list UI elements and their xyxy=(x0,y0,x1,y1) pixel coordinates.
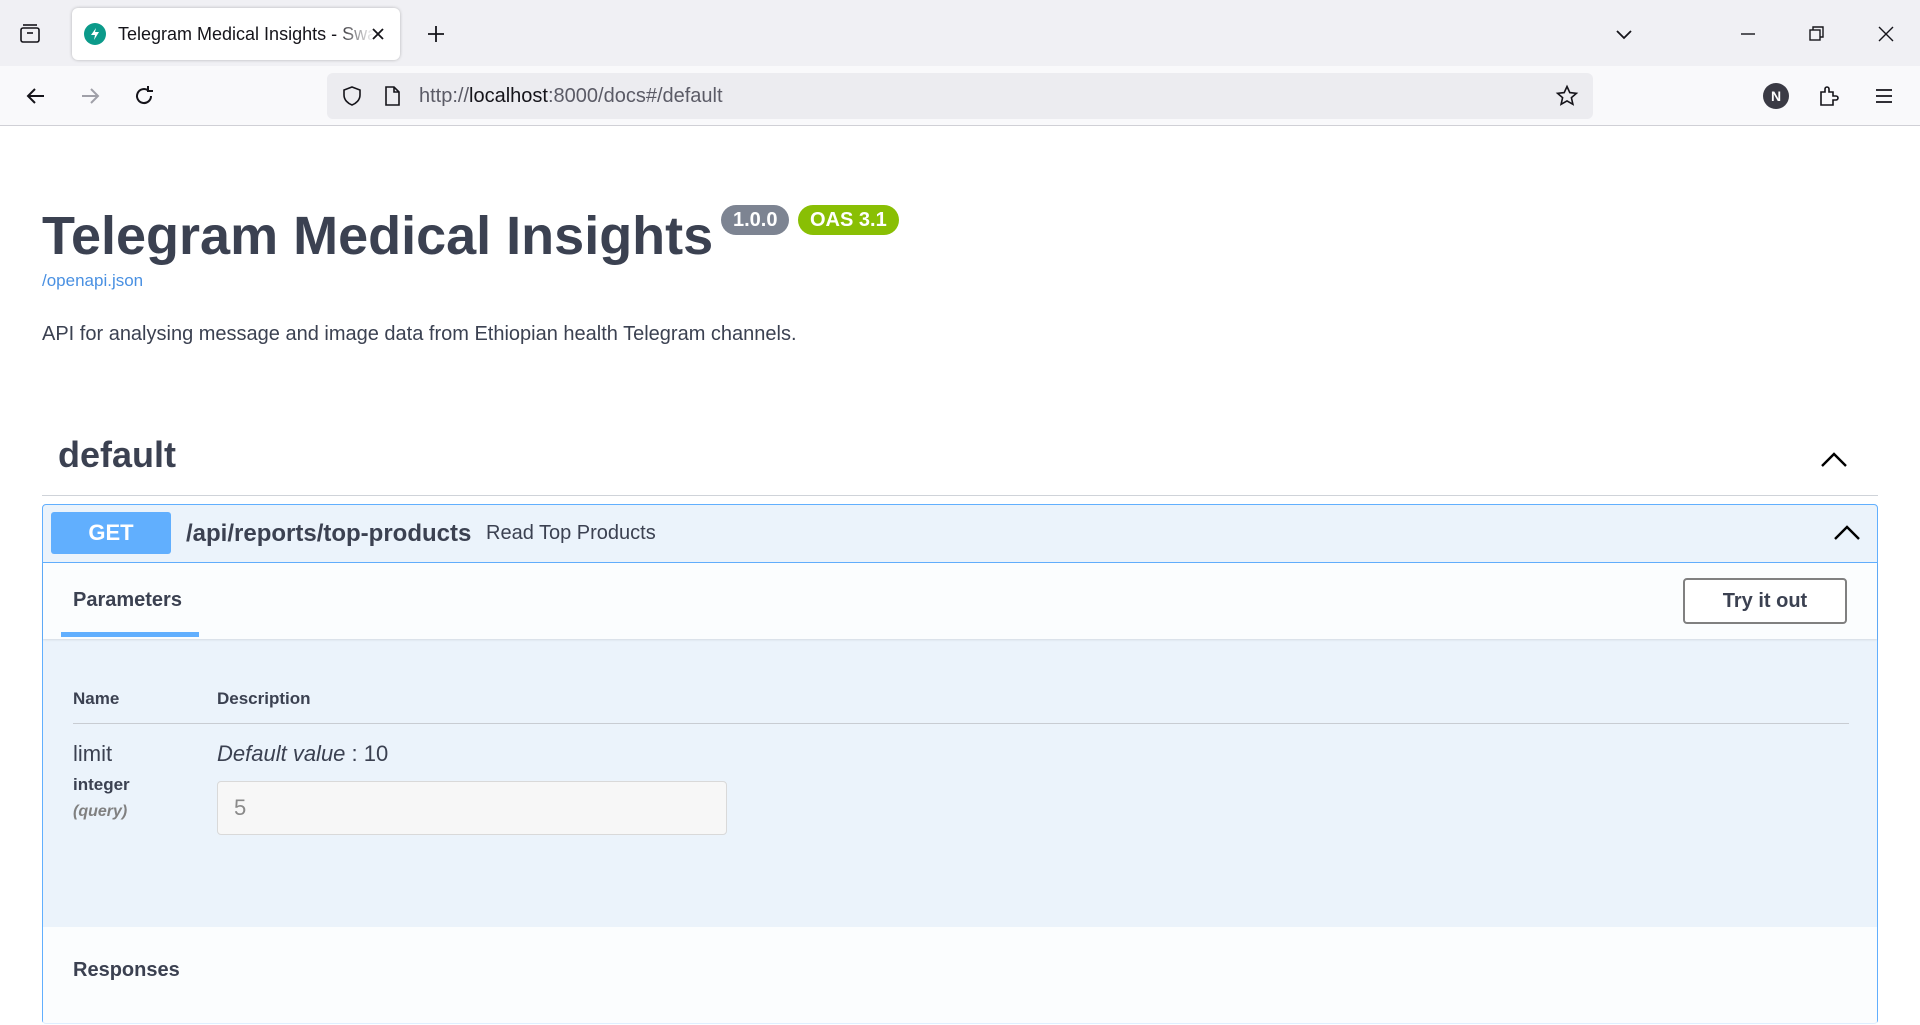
default-value: 10 xyxy=(363,741,389,766)
menu-hamburger-icon[interactable] xyxy=(1866,78,1902,114)
swagger-page: Telegram Medical Insights 1.0.0 OAS 3.1 … xyxy=(0,127,1920,1025)
http-method-badge: GET xyxy=(51,512,171,554)
openapi-json-link[interactable]: /openapi.json xyxy=(42,271,143,291)
bookmark-star-icon[interactable] xyxy=(1553,82,1581,110)
browser-nav-bar: http://localhost:8000/docs#/default xyxy=(0,66,1920,126)
responses-title: Responses xyxy=(73,959,180,981)
oas-badge: OAS 3.1 xyxy=(798,205,899,235)
parameter-location: (query) xyxy=(73,803,128,820)
tag-section-default[interactable]: default xyxy=(42,422,1878,496)
tab-parameters[interactable]: Parameters xyxy=(61,589,194,612)
version-badge: 1.0.0 xyxy=(721,205,790,235)
chevron-down-icon[interactable] xyxy=(1606,16,1642,52)
default-value-separator: : xyxy=(345,741,364,766)
chevron-up-icon[interactable] xyxy=(1818,444,1850,476)
responses-header: Responses xyxy=(43,927,1877,1025)
tag-name: default xyxy=(58,434,177,475)
close-window-icon[interactable] xyxy=(1868,16,1904,52)
restore-icon[interactable] xyxy=(1798,16,1834,52)
table-divider xyxy=(73,723,1849,724)
forward-arrow-icon[interactable] xyxy=(72,78,108,114)
shield-icon[interactable] xyxy=(339,83,365,109)
limit-input[interactable]: 5 xyxy=(217,781,727,835)
reload-icon[interactable] xyxy=(126,78,162,114)
swagger-favicon-icon xyxy=(84,23,106,45)
back-arrow-icon[interactable] xyxy=(18,78,54,114)
api-description: API for analysing message and image data… xyxy=(42,323,797,345)
page-info-icon[interactable] xyxy=(379,83,405,109)
column-header-name: Name xyxy=(73,689,120,708)
active-tab-indicator xyxy=(61,632,199,637)
operation-path: /api/reports/top-products xyxy=(186,520,472,547)
default-value-label: Default value xyxy=(217,741,346,766)
account-avatar[interactable]: N xyxy=(1763,83,1789,109)
api-title: Telegram Medical Insights xyxy=(42,206,714,266)
operation-block: GET /api/reports/top-products Read Top P… xyxy=(42,504,1878,1025)
browser-tab-bar: Telegram Medical Insights - Swagger UI xyxy=(0,0,1920,66)
close-tab-icon[interactable] xyxy=(366,22,390,46)
operation-summary[interactable]: GET /api/reports/top-products Read Top P… xyxy=(43,505,1877,563)
address-bar[interactable]: http://localhost:8000/docs#/default xyxy=(327,73,1593,119)
parameter-default: Default value : 10 xyxy=(217,741,388,767)
url-text[interactable]: http://localhost:8000/docs#/default xyxy=(419,85,723,108)
minimize-icon[interactable] xyxy=(1730,16,1766,52)
url-host: localhost xyxy=(469,85,548,107)
chevron-up-icon[interactable] xyxy=(1831,517,1863,549)
browser-tab[interactable]: Telegram Medical Insights - Swagger UI xyxy=(72,8,400,60)
list-all-tabs-icon[interactable] xyxy=(14,18,46,50)
parameter-name: limit xyxy=(73,741,113,766)
tab-title: Telegram Medical Insights - Swagger UI xyxy=(118,23,374,44)
extensions-icon[interactable] xyxy=(1810,78,1846,114)
url-prefix: http:// xyxy=(419,85,470,107)
column-header-description: Description xyxy=(217,689,311,708)
operation-summary-text: Read Top Products xyxy=(486,522,656,544)
new-tab-icon[interactable] xyxy=(420,18,452,50)
parameter-type: integer xyxy=(73,775,130,794)
try-it-out-button[interactable]: Try it out xyxy=(1683,578,1847,624)
parameters-header: Parameters Try it out xyxy=(43,563,1877,639)
url-path: :8000/docs#/default xyxy=(547,85,723,107)
